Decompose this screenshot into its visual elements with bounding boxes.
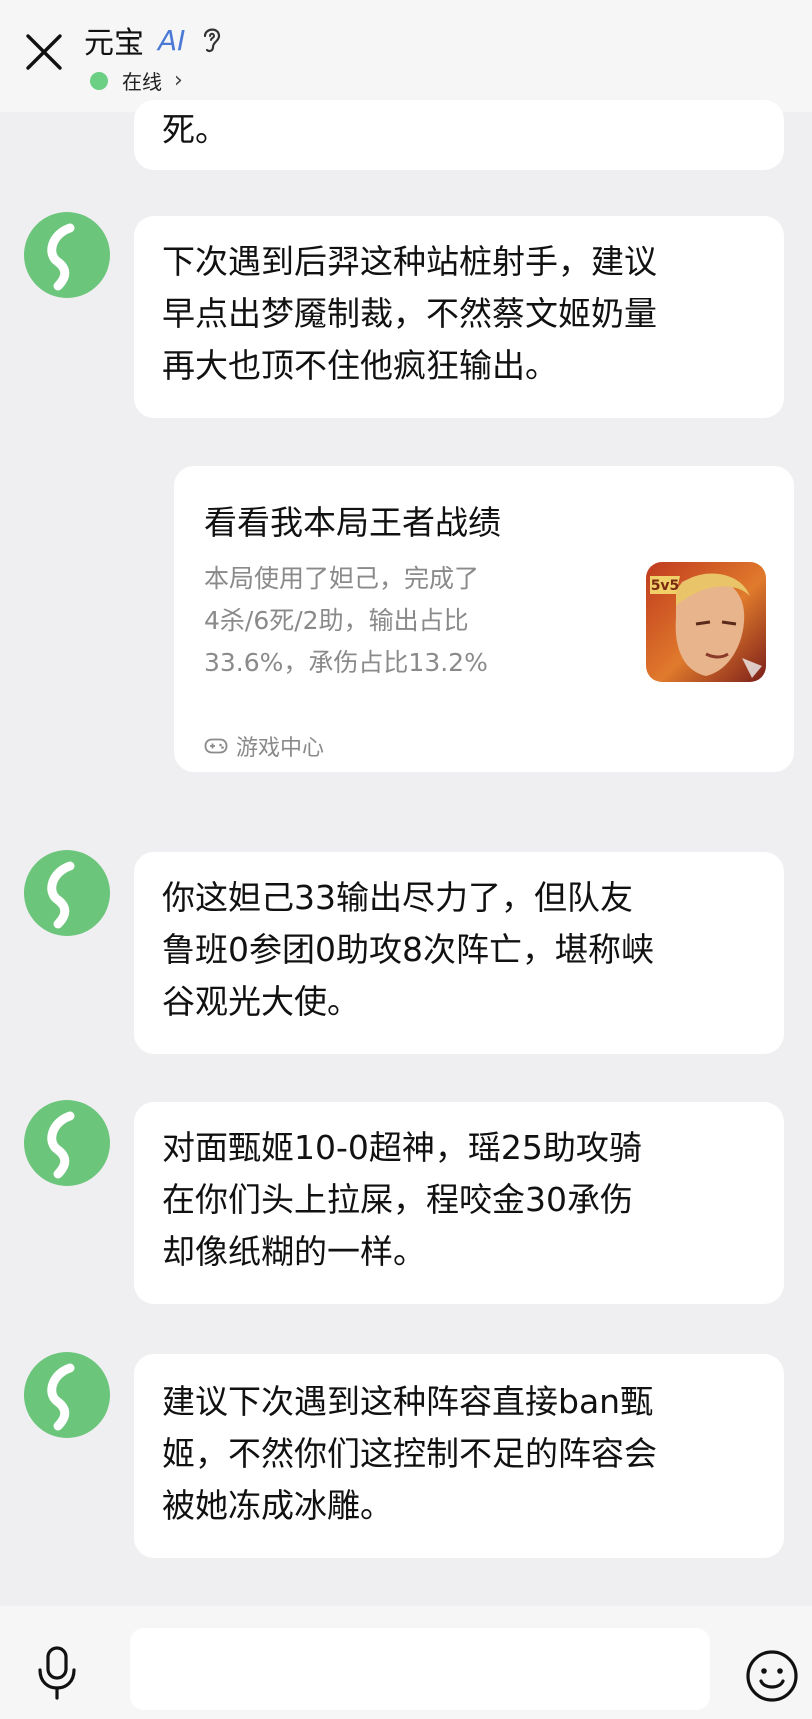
card-description: 本局使用了妲己，完成了 4杀/6死/2助，输出占比 33.6%，承伤占比13.2…	[204, 558, 488, 684]
message-line: 死。	[162, 110, 228, 149]
chat-header: 元宝 AI 在线 ›	[0, 0, 812, 112]
status-text: 在线	[122, 70, 162, 94]
chevron-right-icon: ›	[174, 68, 183, 93]
input-bar	[0, 1606, 812, 1719]
card-desc-line: 33.6%，承伤占比13.2%	[204, 648, 488, 677]
message-line: 被她冻成冰雕。	[162, 1486, 393, 1525]
card-title: 看看我本局王者战绩	[204, 503, 501, 542]
message-line: 谷观光大使。	[162, 982, 360, 1021]
online-status[interactable]: 在线 ›	[90, 66, 183, 95]
bot-message: 你这妲己33输出尽力了，但队友 鲁班0参团0助攻8次阵亡，堪称峡 谷观光大使。	[134, 852, 784, 1054]
bot-avatar-icon[interactable]	[24, 1352, 110, 1438]
card-desc-line: 4杀/6死/2助，输出占比	[204, 606, 469, 635]
card-desc-line: 本局使用了妲己，完成了	[204, 564, 480, 593]
message-line: 你这妲己33输出尽力了，但队友	[162, 878, 633, 917]
ear-icon[interactable]	[199, 24, 225, 56]
game-thumbnail: 5v5	[646, 562, 766, 682]
chat-title: 元宝 AI	[84, 18, 225, 62]
emoji-icon[interactable]	[744, 1648, 800, 1704]
game-badge-text: 5v5	[651, 578, 680, 594]
bot-avatar-icon[interactable]	[24, 1100, 110, 1186]
message-line: 在你们头上拉屎，程咬金30承伤	[162, 1180, 633, 1219]
bot-message: 死。	[134, 100, 784, 170]
message-line: 姬，不然你们这控制不足的阵容会	[162, 1434, 657, 1473]
online-dot	[90, 71, 108, 90]
message-line: 对面甄姬10-0超神，瑶25助攻骑	[162, 1128, 642, 1167]
bot-message: 建议下次遇到这种阵容直接ban甄 姬，不然你们这控制不足的阵容会 被她冻成冰雕。	[134, 1354, 784, 1558]
message-line: 再大也顶不住他疯狂输出。	[162, 346, 558, 385]
card-source: 游戏中心	[204, 730, 324, 762]
message-line: 下次遇到后羿这种站桩射手，建议	[162, 242, 657, 281]
close-icon[interactable]	[20, 28, 68, 76]
message-input[interactable]	[130, 1628, 710, 1710]
game-record-card[interactable]: 看看我本局王者战绩 本局使用了妲己，完成了 4杀/6死/2助，输出占比 33.6…	[174, 466, 794, 772]
microphone-icon[interactable]	[32, 1644, 82, 1702]
card-source-label: 游戏中心	[236, 736, 325, 761]
bot-avatar-icon[interactable]	[24, 212, 110, 298]
message-line: 早点出梦魇制裁，不然蔡文姬奶量	[162, 294, 657, 333]
bot-message: 对面甄姬10-0超神，瑶25助攻骑 在你们头上拉屎，程咬金30承伤 却像纸糊的一…	[134, 1102, 784, 1304]
bot-avatar-icon[interactable]	[24, 850, 110, 936]
message-line: 建议下次遇到这种阵容直接ban甄	[162, 1382, 654, 1421]
gamepad-icon	[204, 738, 228, 754]
bot-message: 下次遇到后羿这种站桩射手，建议 早点出梦魇制裁，不然蔡文姬奶量 再大也顶不住他疯…	[134, 216, 784, 418]
message-line: 鲁班0参团0助攻8次阵亡，堪称峡	[162, 930, 654, 969]
ai-badge: AI	[158, 23, 186, 57]
message-line: 却像纸糊的一样。	[162, 1232, 426, 1271]
bot-name: 元宝	[84, 26, 144, 61]
